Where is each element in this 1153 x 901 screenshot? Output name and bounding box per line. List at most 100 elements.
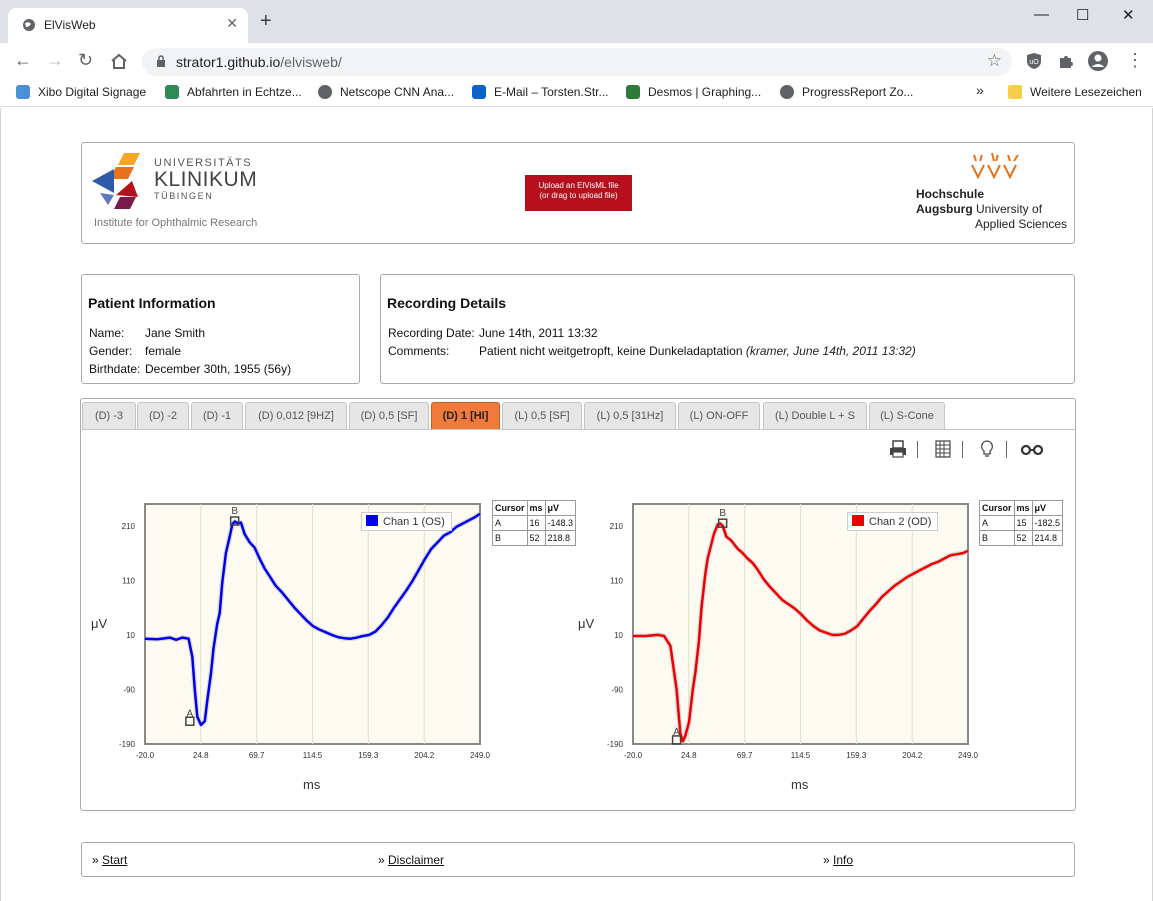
- globe-icon: [23, 19, 35, 31]
- uk-tuebingen-wordmark: UNIVERSITÄTS KLINIKUM TÜBINGEN: [154, 157, 258, 201]
- x-tick-label: 69.7: [249, 751, 265, 760]
- back-arrow-icon[interactable]: ←: [14, 51, 32, 69]
- page-content: UNIVERSITÄTS KLINIKUM TÜBINGEN Institute…: [0, 108, 1153, 901]
- bookmark-item[interactable]: Desmos | Graphing...: [626, 85, 761, 99]
- bookmark-star-icon[interactable]: ☆: [987, 51, 1002, 71]
- x-tick-label: 24.8: [681, 751, 697, 760]
- recording-details-panel: Recording Details Recording Date: June 14…: [380, 274, 1075, 384]
- cursor-label: A: [673, 727, 680, 738]
- table-row: A 16 -148.3: [492, 515, 577, 531]
- institute-name: Institute for Ophthalmic Research: [94, 217, 258, 229]
- close-window-button[interactable]: ✕: [1122, 6, 1135, 24]
- lock-icon: [157, 55, 165, 67]
- x-tick-label: -20.0: [624, 751, 643, 760]
- glasses-icon[interactable]: [1020, 439, 1044, 459]
- tab-l-s-cone[interactable]: (L) S-Cone: [869, 402, 945, 430]
- upload-file-button[interactable]: Upload an ElVisML file (or drag to uploa…: [525, 175, 632, 211]
- print-icon[interactable]: [888, 439, 908, 459]
- y-tick-label: 210: [122, 522, 136, 531]
- extensions-puzzle-icon[interactable]: [1057, 52, 1075, 70]
- tab-l-05-31hz[interactable]: (L) 0,5 [31Hz]: [584, 402, 676, 430]
- more-bookmarks-button[interactable]: »: [976, 82, 984, 98]
- hochschule-augsburg-logo: [971, 152, 1019, 180]
- close-tab-icon[interactable]: ✕: [226, 15, 238, 32]
- footer-link-disclaimer[interactable]: » Disclaimer: [378, 853, 444, 867]
- tab-d-1-hi[interactable]: (D) 1 [HI]: [431, 402, 500, 430]
- chart2-xlabel: ms: [791, 777, 809, 792]
- bookmark-item[interactable]: ProgressReport Zo...: [780, 85, 913, 99]
- transit-icon: [165, 85, 179, 99]
- tab-l-05-sf[interactable]: (L) 0,5 [SF]: [502, 402, 582, 430]
- x-tick-label: 249.0: [958, 751, 979, 760]
- x-tick-label: 114.5: [791, 751, 811, 760]
- y-tick-label: 210: [610, 522, 624, 531]
- patient-birthdate-row: Birthdate: December 30th, 1955 (56y): [89, 362, 292, 376]
- tab-d-minus3[interactable]: (D) -3: [82, 402, 136, 430]
- table-row: A 15 -182.5: [979, 515, 1064, 531]
- toolbar-separator: [962, 441, 963, 458]
- footer-link-info[interactable]: » Info: [823, 853, 853, 867]
- other-bookmarks-folder[interactable]: Weitere Lesezeichen: [1008, 85, 1142, 99]
- patient-gender-row: Gender: female: [89, 344, 182, 358]
- reload-icon[interactable]: ↻: [78, 51, 93, 69]
- patient-panel-title: Patient Information: [88, 295, 216, 311]
- tab-d-05-sf[interactable]: (D) 0,5 [SF]: [349, 402, 429, 430]
- chart2-cursor-table: Cursor ms μV A 15 -182.5 B 52 214.8: [979, 500, 1064, 546]
- xibo-icon: [16, 85, 30, 99]
- bookmark-item[interactable]: E-Mail – Torsten.Str...: [472, 85, 609, 99]
- legend-swatch: [852, 515, 864, 526]
- y-tick-label: -90: [611, 685, 623, 694]
- ublock-icon[interactable]: uO: [1025, 52, 1043, 70]
- lightbulb-icon[interactable]: [977, 439, 997, 459]
- bookmark-item[interactable]: Xibo Digital Signage: [16, 85, 146, 99]
- y-tick-label: -90: [123, 685, 135, 694]
- recording-panel-title: Recording Details: [387, 295, 507, 311]
- x-tick-label: 159.3: [358, 751, 379, 760]
- table-icon[interactable]: [933, 439, 953, 459]
- chart1-svg[interactable]: -20.0 24.8 69.7 114.5 159.3 204.2 249.0 210 110 1…: [101, 494, 501, 774]
- x-tick-label: 69.7: [737, 751, 753, 760]
- address-bar[interactable]: strator1.github.io/elvisweb/ ☆: [142, 48, 1012, 76]
- toolbar-separator: [917, 441, 918, 458]
- tab-l-double-l-s[interactable]: (L) Double L + S: [763, 402, 867, 430]
- chart1-cursor-table: Cursor ms μV A 16 -148.3 B 52 218.8: [492, 500, 577, 546]
- x-tick-label: 204.2: [902, 751, 923, 760]
- minimize-button[interactable]: —: [1034, 6, 1049, 23]
- bookmark-item[interactable]: Netscope CNN Ana...: [318, 85, 454, 99]
- recording-comments-row: Comments: Patient nicht weitgetropft, kei…: [388, 344, 916, 358]
- legend-swatch: [366, 515, 378, 526]
- browser-tab[interactable]: ElVisWeb ✕: [8, 8, 248, 43]
- x-tick-label: 114.5: [303, 751, 323, 760]
- home-icon[interactable]: [110, 53, 128, 70]
- url-path: /elvisweb/: [280, 54, 342, 70]
- browser-tab-bar: ElVisWeb ✕ + — ☐ ✕: [0, 0, 1153, 43]
- tab-l-on-off[interactable]: (L) ON-OFF: [678, 402, 760, 430]
- x-tick-label: -20.0: [136, 751, 155, 760]
- chart2-svg[interactable]: -20.0 24.8 69.7 114.5 159.3 204.2 249.0 210 110 1…: [589, 494, 989, 774]
- x-tick-label: 159.3: [846, 751, 867, 760]
- tab-d-minus1[interactable]: (D) -1: [191, 402, 243, 430]
- browser-menu-icon[interactable]: ⋮: [1126, 51, 1144, 69]
- patient-information-panel: Patient Information Name: Jane Smith Gend…: [81, 274, 360, 384]
- url-host: strator1.github.io: [176, 54, 281, 70]
- protocol-tabs-panel: (D) -3 (D) -2 (D) -1 (D) 0,012 [9HZ] (D)…: [80, 398, 1076, 811]
- tab-d-minus2[interactable]: (D) -2: [137, 402, 189, 430]
- profile-avatar-icon[interactable]: [1087, 50, 1109, 72]
- svg-text:uO: uO: [1029, 59, 1039, 66]
- cursor-label: B: [231, 506, 238, 517]
- footer-nav: » Start » Disclaimer » Info: [81, 842, 1075, 877]
- y-tick-label: 10: [126, 631, 135, 640]
- x-tick-label: 249.0: [470, 751, 491, 760]
- footer-link-start[interactable]: » Start: [92, 853, 127, 867]
- cursor-label: A: [186, 708, 193, 719]
- chart1-xlabel: ms: [303, 777, 321, 792]
- globe-icon: [318, 85, 332, 99]
- cursor-label: B: [719, 508, 726, 519]
- bookmark-item[interactable]: Abfahrten in Echtze...: [165, 85, 302, 99]
- tab-d-0012-9hz[interactable]: (D) 0,012 [9HZ]: [245, 402, 347, 430]
- bookmarks-bar: Xibo Digital Signage Abfahrten in Echtze…: [0, 80, 1153, 107]
- new-tab-button[interactable]: +: [260, 11, 272, 31]
- maximize-button[interactable]: ☐: [1076, 6, 1089, 24]
- forward-arrow-icon[interactable]: →: [46, 51, 64, 69]
- y-tick-label: 110: [610, 576, 623, 585]
